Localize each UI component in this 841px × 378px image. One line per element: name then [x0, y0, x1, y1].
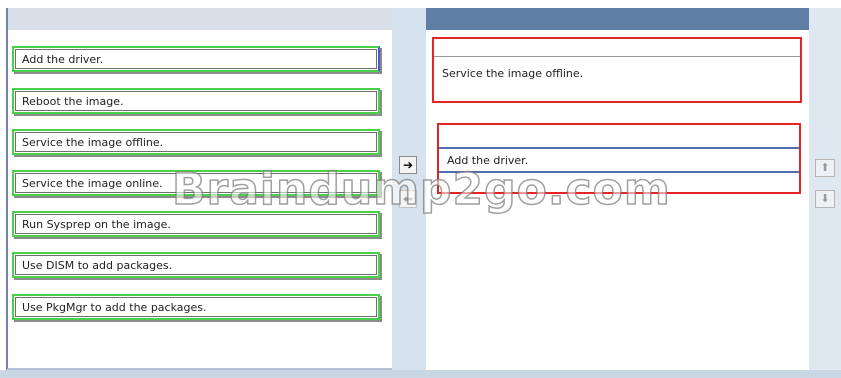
move-up-button[interactable]: ⬆	[815, 159, 835, 177]
source-item[interactable]: Service the image offline.	[12, 129, 380, 155]
source-item-label: Run Sysprep on the image.	[15, 214, 377, 234]
left-arrow-icon: ⬅	[402, 192, 414, 206]
bottom-border	[0, 370, 841, 378]
answer-slot-1[interactable]: Service the image offline.	[432, 37, 802, 103]
reorder-buttons-column	[809, 8, 841, 370]
source-item[interactable]: Use DISM to add packages.	[12, 252, 380, 278]
source-item[interactable]: Use PkgMgr to add the packages.	[12, 294, 380, 320]
source-item[interactable]: Service the image online.	[12, 170, 380, 196]
source-list-header	[8, 8, 392, 30]
source-item-label: Reboot the image.	[15, 91, 377, 111]
source-item[interactable]: Add the driver.	[12, 46, 380, 72]
move-down-button[interactable]: ⬇	[815, 190, 835, 208]
source-item-label: Add the driver.	[15, 49, 377, 69]
slot-divider	[439, 147, 799, 149]
move-right-button[interactable]: ➔	[399, 156, 417, 174]
source-item[interactable]: Run Sysprep on the image.	[12, 211, 380, 237]
drag-drop-question: Add the driver. Reboot the image. Servic…	[0, 0, 841, 378]
answer-slot-2[interactable]: Add the driver.	[437, 123, 801, 194]
down-arrow-icon: ⬇	[820, 192, 830, 205]
answer-area-header	[426, 8, 809, 30]
move-left-button[interactable]: ⬅	[399, 190, 417, 208]
source-item-label: Service the image offline.	[15, 132, 377, 152]
right-arrow-icon: ➔	[402, 158, 414, 172]
answer-slot-label: Service the image offline.	[442, 67, 584, 80]
slot-divider	[434, 56, 800, 57]
source-item-label: Use DISM to add packages.	[15, 255, 377, 275]
up-arrow-icon: ⬆	[820, 161, 830, 174]
source-item-label: Service the image online.	[15, 173, 377, 193]
move-buttons-column	[392, 8, 426, 370]
source-item[interactable]: Reboot the image.	[12, 88, 380, 114]
answer-slot-label: Add the driver.	[447, 154, 529, 167]
slot-divider	[439, 171, 799, 173]
source-item-label: Use PkgMgr to add the packages.	[15, 297, 377, 317]
